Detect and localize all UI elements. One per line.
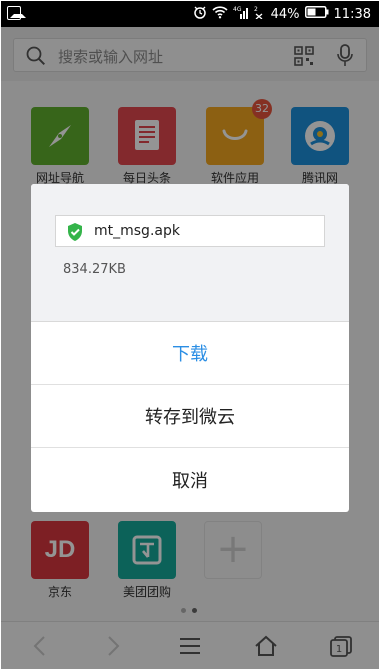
battery-icon	[304, 6, 329, 22]
security-shield-icon	[66, 222, 84, 246]
signal-2-icon: 2	[254, 5, 266, 23]
gallery-notification-icon	[7, 6, 26, 20]
file-name-field[interactable]: mt_msg.apk	[55, 215, 325, 247]
status-icons: 4G 2 44% 11:38	[193, 1, 371, 27]
svg-text:2: 2	[254, 6, 258, 13]
signal-1-icon: 4G	[233, 5, 249, 23]
save-to-cloud-button[interactable]: 转存到微云	[31, 385, 349, 448]
file-name: mt_msg.apk	[94, 223, 180, 239]
file-info: mt_msg.apk 834.27KB	[31, 184, 349, 322]
status-bar: 4G 2 44% 11:38	[1, 1, 379, 27]
cancel-button[interactable]: 取消	[31, 448, 349, 511]
wifi-icon	[212, 5, 228, 23]
battery-percent: 44%	[270, 6, 300, 22]
download-button[interactable]: 下载	[31, 322, 349, 385]
alarm-icon	[193, 5, 207, 23]
screen: 4G 2 44% 11:38 搜索或输入网址 网址导航 每日头条 32 软件应用…	[1, 1, 379, 669]
download-dialog: mt_msg.apk 834.27KB 下载 转存到微云 取消	[31, 184, 349, 512]
file-size: 834.27KB	[63, 262, 126, 277]
clock: 11:38	[333, 6, 371, 22]
svg-text:4G: 4G	[233, 6, 242, 13]
